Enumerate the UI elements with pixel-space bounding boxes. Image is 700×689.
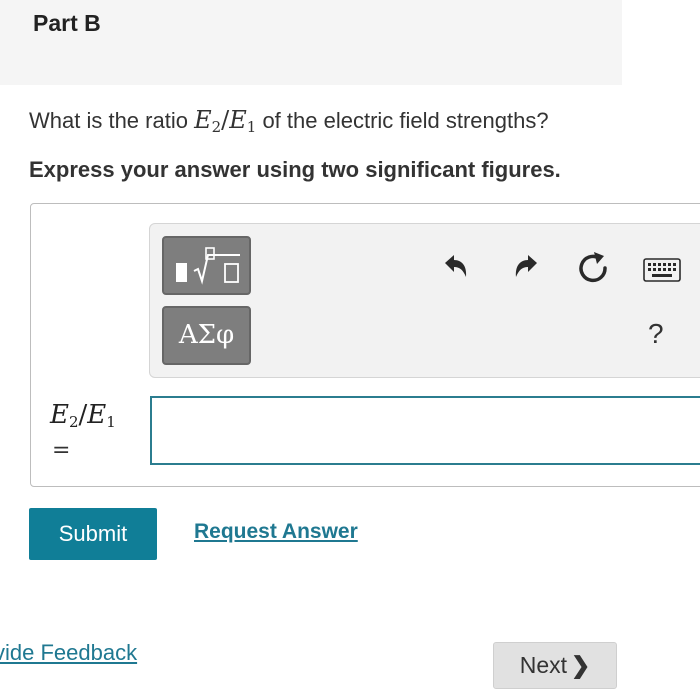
- chevron-right-icon: ❯: [571, 652, 591, 678]
- ratio-den-var: E: [229, 106, 247, 134]
- provide-feedback-link[interactable]: vide Feedback: [0, 640, 137, 666]
- answer-label-ratio: E2/E1: [50, 400, 116, 431]
- ratio-num-var: E: [194, 106, 212, 134]
- label-den-sub: 1: [106, 413, 116, 431]
- ratio-num-sub: 2: [211, 118, 222, 136]
- question-prefix: What is the ratio: [29, 108, 195, 133]
- answer-label: E2/E1: [50, 400, 116, 431]
- reset-icon[interactable]: [575, 250, 611, 286]
- redo-icon[interactable]: [510, 250, 542, 282]
- templates-sqrt-icon: [176, 247, 240, 285]
- question-suffix: of the electric field strengths?: [256, 108, 549, 133]
- answer-input[interactable]: [150, 396, 700, 465]
- keyboard-icon[interactable]: [643, 258, 681, 282]
- question-text: What is the ratio E2/E1 of the electric …: [29, 106, 549, 136]
- part-title: Part B: [33, 10, 101, 36]
- ratio-den-sub: 1: [246, 118, 257, 136]
- templates-button[interactable]: [162, 236, 251, 295]
- next-label: Next: [519, 652, 567, 678]
- submit-button[interactable]: Submit: [29, 508, 157, 560]
- equals-sign: =: [52, 438, 71, 463]
- help-button[interactable]: ?: [648, 318, 664, 350]
- label-den-var: E: [87, 400, 107, 430]
- label-slash: /: [78, 400, 88, 430]
- request-answer-link[interactable]: Request Answer: [194, 520, 358, 544]
- ratio-expression: E2/E1: [194, 106, 257, 136]
- greek-symbols-button[interactable]: ΑΣφ: [162, 306, 251, 365]
- label-num-var: E: [50, 400, 69, 430]
- label-num-sub: 2: [68, 413, 79, 431]
- undo-icon[interactable]: [440, 250, 472, 282]
- answer-instruction: Express your answer using two significan…: [29, 157, 561, 182]
- part-header: Part B: [0, 0, 622, 85]
- next-button[interactable]: Next ❯: [493, 642, 617, 689]
